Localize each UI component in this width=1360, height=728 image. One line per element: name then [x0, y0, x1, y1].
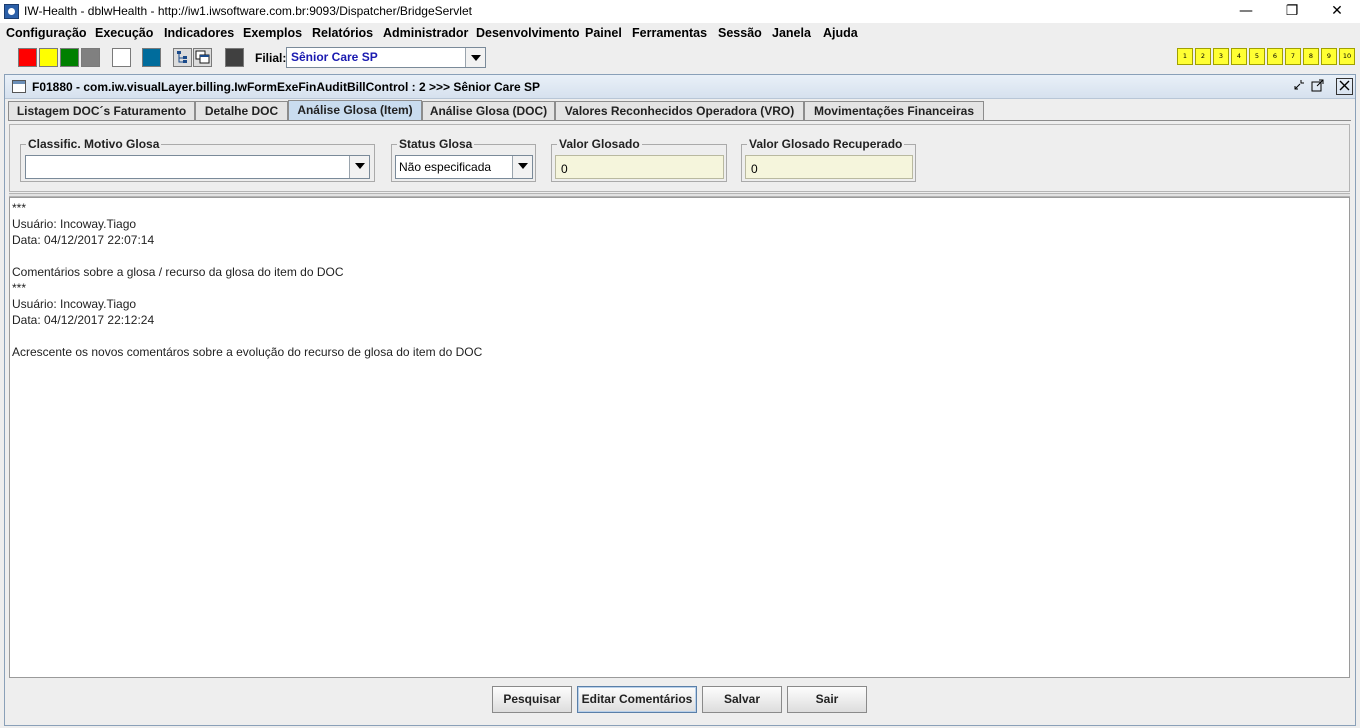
valor-glosado-field: 0 — [555, 155, 724, 179]
menu-ferramentas[interactable]: Ferramentas — [632, 26, 707, 40]
filial-select[interactable]: Sênior Care SP — [286, 47, 486, 68]
app-logo-icon — [4, 4, 19, 19]
menu-painel[interactable]: Painel — [585, 26, 622, 40]
close-button[interactable]: ✕ — [1314, 0, 1360, 23]
motivo-glosa-label: Classific. Motivo Glosa — [26, 137, 162, 151]
shortcut-button-9[interactable]: 9 — [1321, 48, 1337, 65]
shortcut-button-5[interactable]: 5 — [1249, 48, 1265, 65]
shortcut-button-1[interactable]: 1 — [1177, 48, 1193, 65]
editar-comentarios-button[interactable]: Editar Comentários — [577, 686, 697, 713]
menu-ajuda[interactable]: Ajuda — [823, 26, 858, 40]
status-glosa-group: Status Glosa Não especificada — [391, 137, 536, 182]
menu-indicadores[interactable]: Indicadores — [164, 26, 234, 40]
menu-configuracao[interactable]: Configuração — [6, 26, 87, 40]
salvar-button[interactable]: Salvar — [702, 686, 782, 713]
tab-analise-glosa-doc[interactable]: Análise Glosa (DOC) — [422, 101, 555, 120]
status-glosa-label: Status Glosa — [397, 137, 475, 151]
motivo-glosa-group: Classific. Motivo Glosa — [20, 137, 375, 182]
filial-label: Filial: — [255, 51, 287, 65]
color-swatch-red[interactable] — [18, 48, 37, 67]
status-glosa-value: Não especificada — [399, 160, 492, 174]
color-swatch-gray[interactable] — [81, 48, 100, 67]
color-swatch-dark[interactable] — [225, 48, 244, 67]
windows-icon[interactable] — [193, 48, 212, 67]
chevron-down-icon[interactable] — [512, 156, 532, 178]
tab-vro[interactable]: Valores Reconhecidos Operadora (VRO) — [555, 101, 804, 120]
shortcut-button-2[interactable]: 2 — [1195, 48, 1211, 65]
frame-maximize-icon[interactable] — [1310, 78, 1325, 93]
frame-minimize-icon[interactable] — [1291, 78, 1306, 93]
valor-recuperado-label: Valor Glosado Recuperado — [747, 137, 905, 151]
shortcut-button-6[interactable]: 6 — [1267, 48, 1283, 65]
valor-glosado-label: Valor Glosado — [557, 137, 642, 151]
menu-sessao[interactable]: Sessão — [718, 26, 762, 40]
pesquisar-button[interactable]: Pesquisar — [492, 686, 572, 713]
filial-select-value: Sênior Care SP — [291, 50, 378, 64]
menu-administrador[interactable]: Administrador — [383, 26, 468, 40]
minimize-button[interactable]: — — [1223, 0, 1269, 23]
color-swatch-green[interactable] — [60, 48, 79, 67]
window-title: IW-Health - dblwHealth - http://iw1.iwso… — [24, 4, 472, 18]
menu-exemplos[interactable]: Exemplos — [243, 26, 302, 40]
menu-relatorios[interactable]: Relatórios — [312, 26, 373, 40]
tab-detalhe-doc[interactable]: Detalhe DOC — [195, 101, 288, 120]
frame-close-icon[interactable] — [1336, 78, 1353, 95]
valor-glosado-value: 0 — [561, 162, 568, 176]
status-glosa-select[interactable]: Não especificada — [395, 155, 533, 179]
valor-recuperado-group: Valor Glosado Recuperado 0 — [741, 137, 916, 182]
color-swatch-blue[interactable] — [142, 48, 161, 67]
shortcut-button-7[interactable]: 7 — [1285, 48, 1301, 65]
motivo-glosa-select[interactable] — [25, 155, 370, 179]
menu-desenvolvimento[interactable]: Desenvolvimento — [476, 26, 580, 40]
tab-movimentacoes[interactable]: Movimentações Financeiras — [804, 101, 984, 120]
frame-title: F01880 - com.iw.visualLayer.billing.IwFo… — [32, 80, 541, 94]
menu-bar: Configuração Execução Indicadores Exempl… — [0, 23, 1360, 44]
chevron-down-icon[interactable] — [465, 48, 485, 67]
toolbar — [0, 44, 1360, 70]
valor-recuperado-value: 0 — [751, 162, 758, 176]
tree-view-icon[interactable] — [173, 48, 192, 67]
tab-divider — [8, 120, 1351, 121]
filter-panel: Classific. Motivo Glosa Status Glosa Não… — [9, 124, 1350, 192]
frame-window-icon — [12, 80, 26, 93]
shortcut-button-4[interactable]: 4 — [1231, 48, 1247, 65]
chevron-down-icon[interactable] — [349, 156, 369, 178]
valor-recuperado-field: 0 — [745, 155, 913, 179]
menu-execucao[interactable]: Execução — [95, 26, 153, 40]
comments-textarea[interactable]: *** Usuário: Incoway.Tiago Data: 04/12/2… — [9, 197, 1350, 678]
shortcut-button-8[interactable]: 8 — [1303, 48, 1319, 65]
shortcut-button-3[interactable]: 3 — [1213, 48, 1229, 65]
valor-glosado-group: Valor Glosado 0 — [551, 137, 727, 182]
comments-content: *** Usuário: Incoway.Tiago Data: 04/12/2… — [12, 201, 483, 359]
color-swatch-yellow[interactable] — [39, 48, 58, 67]
tab-listagem-docs[interactable]: Listagem DOC´s Faturamento — [8, 101, 195, 120]
restore-button[interactable]: ❐ — [1269, 0, 1315, 23]
color-swatch-white[interactable] — [112, 48, 131, 67]
sair-button[interactable]: Sair — [787, 686, 867, 713]
shortcut-button-10[interactable]: 10 — [1339, 48, 1355, 65]
menu-janela[interactable]: Janela — [772, 26, 811, 40]
tab-analise-glosa-item[interactable]: Análise Glosa (Item) — [288, 100, 422, 121]
